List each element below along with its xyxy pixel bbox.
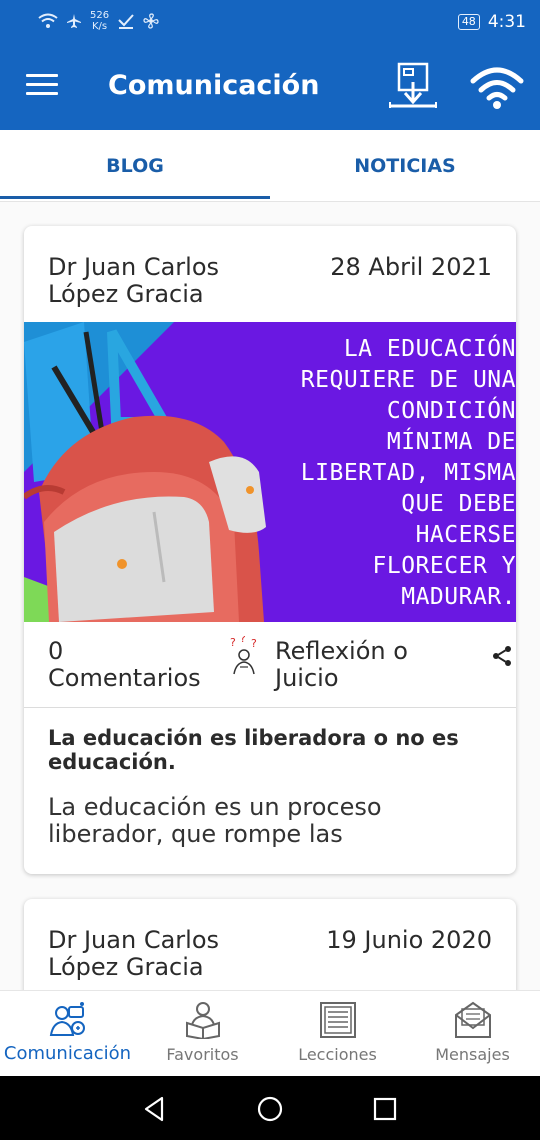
nav-favoritos[interactable]: Favoritos — [135, 991, 270, 1077]
system-navigation-bar — [0, 1076, 540, 1140]
post-meta: 0 Comentarios ? ? ? Reflexión o Juicio — [24, 622, 516, 708]
clock: 4:31 — [487, 12, 526, 32]
post-image[interactable]: LA EDUCACIÓN REQUIERE DE UNA CONDICIÓN M… — [24, 322, 516, 622]
app-bar: Comunicación — [0, 46, 540, 130]
fan-icon — [143, 13, 159, 29]
network-speed-value: 526 — [90, 10, 110, 21]
menu-button[interactable] — [26, 74, 58, 98]
nav-label: Lecciones — [298, 1045, 377, 1064]
page-title: Comunicación — [108, 70, 320, 101]
tab-blog[interactable]: BLOG — [0, 130, 270, 202]
post-excerpt: La educación es un proceso liberador, qu… — [48, 793, 382, 848]
svg-text:?: ? — [240, 636, 246, 645]
back-icon[interactable] — [140, 1094, 170, 1124]
post-author: Dr Juan Carlos López Gracia — [48, 253, 219, 308]
envelope-icon — [455, 1001, 491, 1038]
nav-label: Mensajes — [435, 1045, 510, 1064]
blog-feed[interactable]: Dr Juan Carlos López Gracia 28 Abril 202… — [0, 202, 540, 990]
lessons-icon — [320, 1002, 356, 1038]
post-date: 28 Abril 2021 — [330, 253, 492, 281]
bottom-navigation: Comunicación Favoritos Lecciones Mensaje… — [0, 990, 540, 1076]
post-card[interactable]: Dr Juan Carlos López Gracia 19 Junio 202… — [24, 899, 516, 990]
communication-icon — [49, 1002, 85, 1036]
post-comments-count[interactable]: 0 Comentarios — [48, 638, 223, 692]
post-title[interactable]: La educación es liberadora o no es educa… — [48, 726, 498, 774]
battery-indicator: 48 — [457, 14, 480, 30]
download-icon[interactable] — [388, 62, 438, 112]
recent-apps-icon[interactable] — [370, 1094, 400, 1124]
tab-noticias[interactable]: NOTICIAS — [270, 130, 540, 202]
tab-selected-indicator — [0, 196, 270, 199]
svg-text:?: ? — [230, 636, 236, 649]
svg-text:?: ? — [251, 637, 257, 650]
reader-icon — [186, 1002, 220, 1039]
thinking-person-icon: ? ? ? — [230, 636, 257, 675]
status-bar: 526 K/s 48 4:31 — [0, 0, 540, 46]
airplane-icon — [67, 14, 81, 28]
nav-comunicacion[interactable]: Comunicación — [0, 991, 135, 1077]
wifi-icon[interactable] — [470, 64, 524, 110]
nav-label: Favoritos — [166, 1045, 239, 1064]
tab-bar: BLOG NOTICIAS — [0, 130, 540, 202]
nav-lecciones[interactable]: Lecciones — [270, 991, 405, 1077]
post-image-quote: LA EDUCACIÓN REQUIERE DE UNA CONDICIÓN M… — [300, 336, 516, 610]
network-speed: 526 K/s — [90, 10, 109, 32]
check-icon — [118, 14, 134, 29]
post-card[interactable]: Dr Juan Carlos López Gracia 28 Abril 202… — [24, 226, 516, 874]
post-author: Dr Juan Carlos López Gracia — [48, 926, 219, 981]
nav-label: Comunicación — [3, 1043, 132, 1064]
post-date: 19 Junio 2020 — [326, 926, 492, 954]
home-icon[interactable] — [255, 1094, 285, 1124]
network-speed-unit: K/s — [91, 21, 108, 32]
share-icon[interactable] — [490, 644, 514, 668]
nav-mensajes[interactable]: Mensajes — [405, 991, 540, 1077]
post-category: Reflexión o Juicio — [275, 637, 408, 692]
wifi-status-icon — [38, 13, 58, 28]
